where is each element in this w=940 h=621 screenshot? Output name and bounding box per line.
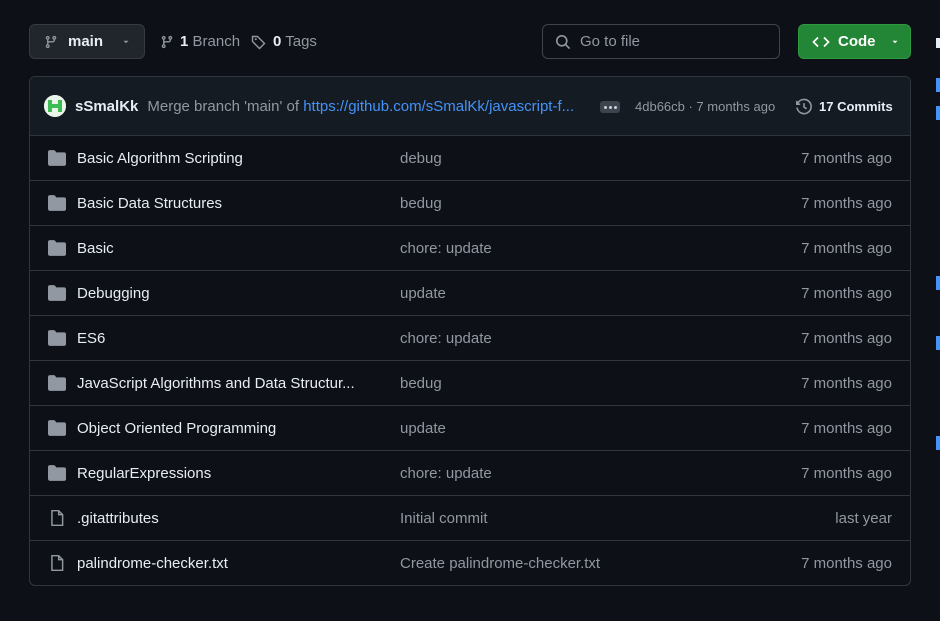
- table-row[interactable]: RegularExpressions chore: update 7 months …: [30, 451, 910, 496]
- file-name-link[interactable]: .gitattributes: [77, 510, 362, 527]
- branches-link[interactable]: 1 Branch: [160, 24, 240, 59]
- last-modified-age: 7 months ago: [801, 194, 892, 212]
- commits-history-link[interactable]: 17 Commits: [795, 77, 893, 136]
- tags-label: Tags: [285, 33, 317, 50]
- sidebar-fragment: [936, 106, 940, 120]
- code-icon: [812, 36, 830, 47]
- table-row[interactable]: .gitattributes Initial commit last year: [30, 496, 910, 541]
- commit-message-link[interactable]: debug: [400, 150, 442, 167]
- file-name-link[interactable]: RegularExpressions: [77, 465, 362, 482]
- last-modified-age: 7 months ago: [801, 419, 892, 437]
- code-button[interactable]: Code: [798, 24, 911, 59]
- git-branch-icon: [45, 35, 57, 48]
- folder-icon: [48, 149, 66, 167]
- tag-icon: [251, 35, 266, 49]
- table-row[interactable]: palindrome-checker.txt Create palindrome-…: [30, 541, 910, 585]
- code-button-label: Code: [838, 33, 876, 50]
- table-row[interactable]: Basic Data Structures bedug 7 months ago: [30, 181, 910, 226]
- last-modified-age: 7 months ago: [801, 464, 892, 482]
- sidebar-fragment: [936, 336, 940, 350]
- commit-hash-and-age[interactable]: 4db66cb · 7 months ago: [635, 77, 775, 136]
- branch-name: main: [68, 33, 104, 50]
- commit-message-link[interactable]: update: [400, 420, 446, 437]
- last-modified-age: 7 months ago: [801, 374, 892, 392]
- table-row[interactable]: ES6 chore: update 7 months ago: [30, 316, 910, 361]
- commits-count-label: 17 Commits: [819, 99, 893, 114]
- file-name-link[interactable]: Basic Algorithm Scripting: [77, 150, 362, 167]
- branch-selector-button[interactable]: main: [29, 24, 145, 59]
- identicon-icon: [44, 95, 66, 117]
- table-row[interactable]: JavaScript Algorithms and Data Structur.…: [30, 361, 910, 406]
- go-to-file-input[interactable]: [580, 33, 760, 50]
- commit-message-link[interactable]: chore: update: [400, 465, 492, 482]
- git-branch-icon: [161, 35, 173, 48]
- commit-message-link[interactable]: https://github.com/sSmalKk/javascript-f.…: [303, 98, 574, 115]
- last-modified-age: 7 months ago: [801, 555, 892, 572]
- last-modified-age: last year: [835, 509, 892, 527]
- table-row[interactable]: Basic Algorithm Scripting debug 7 months a…: [30, 136, 910, 181]
- caret-down-icon: [123, 40, 129, 43]
- branches-count: 1: [180, 33, 189, 50]
- commit-message-link[interactable]: chore: update: [400, 240, 492, 257]
- tags-count: 0: [273, 33, 282, 50]
- last-modified-age: 7 months ago: [801, 329, 892, 347]
- go-to-file-search[interactable]: [542, 24, 780, 59]
- file-name-link[interactable]: Object Oriented Programming: [77, 420, 362, 437]
- ellipsis-dot: [603, 105, 607, 109]
- last-modified-age: 7 months ago: [801, 149, 892, 167]
- commit-author[interactable]: sSmalKk: [75, 98, 138, 115]
- last-modified-age: 7 months ago: [801, 284, 892, 302]
- table-row[interactable]: Debugging update 7 months ago: [30, 271, 910, 316]
- folder-icon: [48, 284, 66, 302]
- avatar[interactable]: [44, 95, 66, 117]
- expand-commit-message-button[interactable]: [600, 101, 620, 113]
- commit-message-link[interactable]: bedug: [400, 375, 442, 392]
- latest-commit-bar: sSmalKk Merge branch 'main' of https://g…: [30, 77, 910, 136]
- folder-icon: [48, 374, 66, 392]
- commit-message: Merge branch 'main' of https://github.co…: [147, 98, 595, 115]
- sidebar-fragment: [936, 78, 940, 92]
- file-list: Basic Algorithm Scripting debug 7 months a…: [30, 136, 910, 585]
- commit-message-link[interactable]: Create palindrome-checker.txt: [400, 555, 600, 572]
- sidebar-fragment: [936, 276, 940, 290]
- search-icon: [556, 34, 571, 49]
- caret-down-icon: [892, 40, 897, 43]
- folder-icon: [48, 464, 66, 482]
- folder-icon: [48, 194, 66, 212]
- ellipsis-dot: [608, 105, 612, 109]
- file-icon: [48, 554, 66, 572]
- file-name-link[interactable]: Debugging: [77, 285, 362, 302]
- branches-label: Branch: [192, 33, 241, 50]
- file-name-link[interactable]: palindrome-checker.txt: [77, 555, 362, 572]
- table-row[interactable]: Basic chore: update 7 months ago: [30, 226, 910, 271]
- file-name-link[interactable]: ES6: [77, 330, 362, 347]
- repo-file-browser: main 1 Branch 0 Tags Go to file Code sSm…: [0, 0, 940, 621]
- file-icon: [48, 509, 66, 527]
- tags-link[interactable]: 0 Tags: [251, 24, 317, 59]
- history-icon: [796, 98, 812, 114]
- last-modified-age: 7 months ago: [801, 239, 892, 257]
- commit-message-link[interactable]: Initial commit: [400, 510, 488, 527]
- commit-message-link[interactable]: chore: update: [400, 330, 492, 347]
- ellipsis-dot: [613, 105, 617, 109]
- folder-icon: [48, 239, 66, 257]
- commit-message-link[interactable]: update: [400, 285, 446, 302]
- sidebar-fragment: [936, 38, 940, 48]
- file-name-link[interactable]: Basic Data Structures: [77, 195, 362, 212]
- table-row[interactable]: Object Oriented Programming update 7 month…: [30, 406, 910, 451]
- file-name-link[interactable]: JavaScript Algorithms and Data Structur.…: [77, 375, 362, 392]
- file-name-link[interactable]: Basic: [77, 240, 362, 257]
- commit-message-prefix[interactable]: Merge branch 'main' of: [147, 98, 303, 115]
- file-table: sSmalKk Merge branch 'main' of https://g…: [29, 76, 911, 586]
- repo-toolbar: main 1 Branch 0 Tags Go to file Code: [29, 24, 911, 59]
- folder-icon: [48, 329, 66, 347]
- sidebar-fragment: [936, 436, 940, 450]
- commit-message-link[interactable]: bedug: [400, 195, 442, 212]
- folder-icon: [48, 419, 66, 437]
